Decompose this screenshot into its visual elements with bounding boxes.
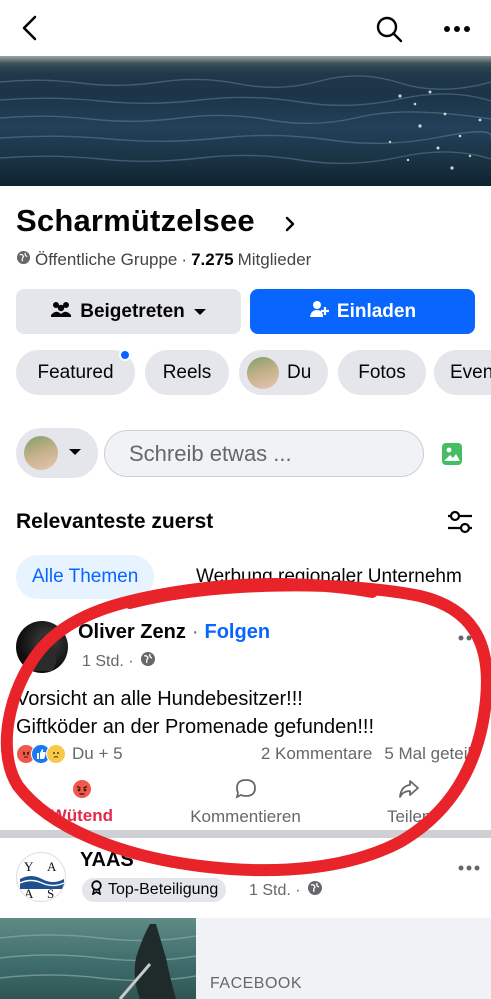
caret-down-icon <box>193 301 207 323</box>
post-separator <box>0 830 491 838</box>
user-avatar <box>247 356 279 389</box>
react-button[interactable]: Wütend <box>0 776 164 828</box>
avatar-letter: S <box>47 886 54 901</box>
reactions-summary[interactable]: Du + 5 2 Kommentare 5 Mal geteilt <box>16 743 476 765</box>
meta-separator: · <box>181 250 188 269</box>
caret-down-icon <box>68 444 82 462</box>
globe-icon <box>307 880 323 901</box>
post-meta: 1 Std. · <box>82 651 156 672</box>
comment-count[interactable]: 2 Kommentare <box>261 744 373 764</box>
filter-sliders-icon[interactable] <box>446 510 474 539</box>
comment-button[interactable]: Kommentieren <box>164 776 328 828</box>
user-avatar <box>24 436 58 470</box>
composer-placeholder: Schreib etwas ... <box>129 440 292 466</box>
post-body: Vorsicht an alle Hundebesitzer!!! Giftkö… <box>16 685 374 741</box>
sad-reaction-icon <box>46 744 66 764</box>
post-more-icon[interactable] <box>458 628 480 646</box>
members-count[interactable]: 7.275 <box>191 250 234 270</box>
more-options-icon[interactable] <box>440 12 474 46</box>
post-text-line: Vorsicht an alle Hundebesitzer!!! <box>16 688 303 710</box>
members-group-icon <box>50 300 72 324</box>
invite-button[interactable]: Einladen <box>250 289 475 334</box>
avatar-letter: A <box>24 886 34 901</box>
link-preview-image[interactable] <box>0 918 196 999</box>
post-meta: 1 Std. · <box>249 880 323 901</box>
tab-featured[interactable]: Featured <box>16 350 135 395</box>
sort-label[interactable]: Relevanteste zuerst <box>16 510 213 534</box>
post-more-icon[interactable] <box>458 858 480 876</box>
top-contributor-badge[interactable]: Top-Beteiligung <box>82 878 227 902</box>
topic-all[interactable]: Alle Themen <box>16 555 155 599</box>
post-header: Oliver Zenz · Folgen <box>78 621 270 644</box>
tab-label: Even <box>450 361 491 383</box>
composer-input[interactable]: Schreib etwas ... <box>104 430 424 477</box>
globe-icon <box>140 651 156 672</box>
group-title[interactable]: Scharmützelsee <box>16 203 255 239</box>
top-bar <box>0 0 491 56</box>
tab-events[interactable]: Even <box>434 350 491 395</box>
comment-icon <box>235 778 257 805</box>
author-name[interactable]: YAAS <box>80 849 134 872</box>
medal-icon <box>90 880 103 900</box>
share-label: Teilen <box>386 806 432 826</box>
invite-label: Einladen <box>336 300 417 322</box>
tab-label: Du <box>287 361 312 383</box>
joined-label: Beigetreten <box>80 300 185 322</box>
tab-reels[interactable]: Reels <box>145 350 229 395</box>
share-count[interactable]: 5 Mal geteilt <box>384 744 476 764</box>
tab-fotos[interactable]: Fotos <box>338 350 426 395</box>
comment-label: Kommentieren <box>190 806 301 826</box>
topic-label: Werbung regionaler Unternehm <box>196 566 462 587</box>
tab-du[interactable]: Du <box>239 350 328 395</box>
avatar-letter: A <box>47 859 57 874</box>
notification-dot <box>119 349 131 361</box>
header-separator: · <box>191 621 199 643</box>
author-name[interactable]: Oliver Zenz <box>78 621 186 644</box>
globe-icon <box>16 250 31 270</box>
group-privacy: Öffentliche Gruppe <box>35 250 178 269</box>
chevron-right-icon[interactable] <box>284 215 296 238</box>
follow-button[interactable]: Folgen <box>204 621 270 644</box>
joined-button[interactable]: Beigetreten <box>16 289 241 334</box>
tab-label: Reels <box>162 361 212 383</box>
back-arrow-icon[interactable] <box>14 12 46 44</box>
tab-label: Fotos <box>358 361 406 383</box>
link-source: FACEBOOK <box>210 975 303 992</box>
badge-label: Top-Beteiligung <box>108 881 219 898</box>
post-time[interactable]: 1 Std. · <box>249 882 301 900</box>
profile-switcher[interactable] <box>16 428 98 478</box>
share-button[interactable]: Teilen <box>327 776 491 828</box>
members-label[interactable]: Mitglieder <box>238 250 312 270</box>
group-meta: Öffentliche Gruppe · 7.275 Mitglieder <box>16 250 311 270</box>
avatar-letter: Y <box>24 859 34 874</box>
author-avatar[interactable] <box>16 621 68 673</box>
angry-reaction-icon <box>72 779 92 804</box>
share-arrow-icon <box>398 778 420 805</box>
photo-icon[interactable] <box>441 442 463 471</box>
post-text-line: Giftköder an der Promenade gefunden!!! <box>16 716 375 738</box>
cover-water-ripples <box>0 75 491 170</box>
react-label: Wütend <box>50 805 113 825</box>
cover-photo[interactable] <box>0 56 491 186</box>
reaction-icons <box>16 744 66 764</box>
topic-label: Alle Themen <box>32 566 139 587</box>
add-person-icon <box>309 299 329 325</box>
tab-label: Featured <box>37 361 114 383</box>
topic-regional-business[interactable]: Werbung regionaler Unternehm <box>196 555 462 599</box>
search-icon[interactable] <box>372 12 406 46</box>
post-time[interactable]: 1 Std. · <box>82 653 134 671</box>
reaction-count[interactable]: Du + 5 <box>72 744 123 764</box>
yaas-logo-avatar[interactable]: Y A A S <box>16 852 66 902</box>
post-actions: Wütend Kommentieren Teilen <box>0 776 491 828</box>
